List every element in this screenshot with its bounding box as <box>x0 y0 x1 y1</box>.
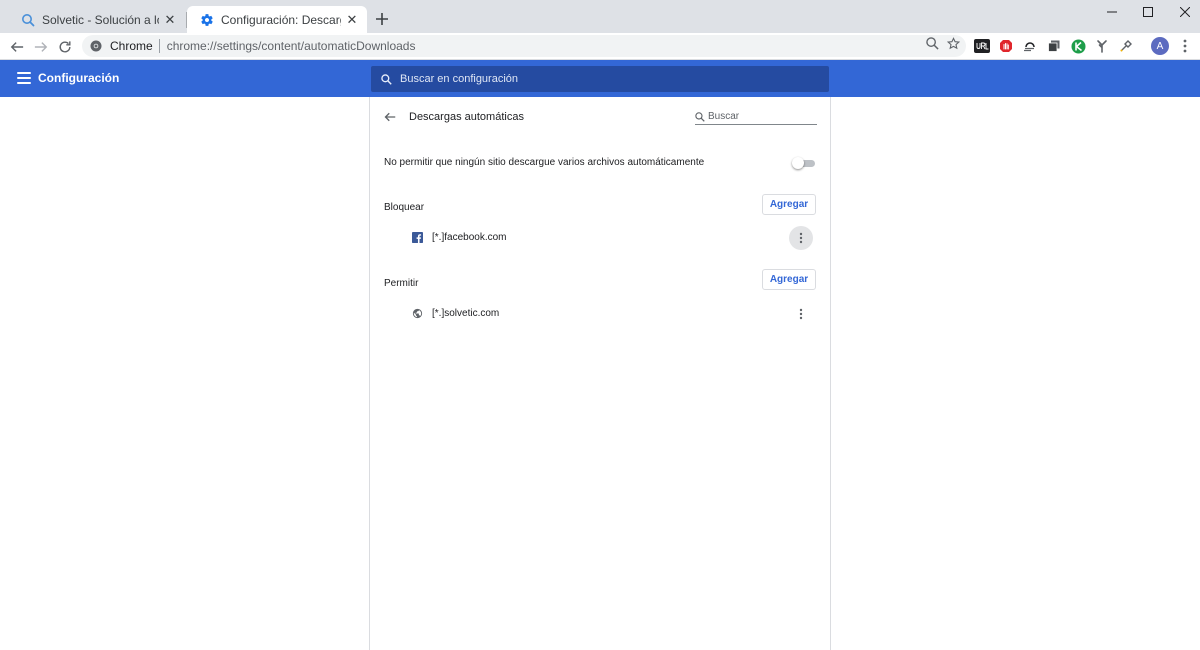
block-all-toggle[interactable] <box>792 157 816 169</box>
close-icon[interactable]: ✕ <box>345 12 359 27</box>
back-arrow-icon[interactable] <box>382 109 398 125</box>
plus-icon <box>376 13 388 25</box>
bookmark-star-icon[interactable] <box>947 37 960 50</box>
maximize-button[interactable] <box>1128 0 1168 24</box>
forward-button[interactable] <box>30 36 52 58</box>
profile-avatar[interactable]: A <box>1151 37 1169 55</box>
vertical-dots-icon <box>1183 39 1187 53</box>
new-tab-button[interactable] <box>372 9 392 29</box>
globe-icon <box>411 307 423 319</box>
url-extension-icon[interactable] <box>974 38 990 54</box>
allowed-site-more-button[interactable] <box>789 302 813 326</box>
subpage-title: Descargas automáticas <box>409 111 524 123</box>
solvetic-search-icon <box>20 12 36 28</box>
close-icon[interactable]: ✕ <box>163 12 177 27</box>
minimize-icon <box>1107 11 1117 13</box>
browser-toolbar: Chrome chrome://settings/content/automat… <box>0 33 1200 60</box>
tabs-extension-icon[interactable] <box>1046 38 1062 54</box>
search-icon <box>381 73 392 85</box>
weather-extension-icon[interactable] <box>1022 38 1038 54</box>
allowed-site-row: [*.]solvetic.com <box>370 302 830 326</box>
settings-gear-icon <box>199 12 215 28</box>
blocked-site-name: [*.]facebook.com <box>432 232 507 243</box>
tab-strip: Solvetic - Solución a los problemas ✕ Co… <box>0 0 1200 33</box>
allow-add-button[interactable]: Agregar <box>762 269 816 290</box>
subpage-header: Descargas automáticas Buscar <box>370 97 830 137</box>
chrome-menu-button[interactable] <box>1178 37 1192 55</box>
search-icon <box>695 111 705 122</box>
tab-title: Configuración: Descargas automáticas <box>221 12 341 27</box>
tab-solvetic[interactable]: Solvetic - Solución a los problemas ✕ <box>8 6 185 33</box>
block-all-label: No permitir que ningún sitio descargue v… <box>384 157 705 168</box>
omnibox-url[interactable]: chrome://settings/content/automaticDownl… <box>167 39 416 53</box>
arrow-left-icon <box>10 42 24 52</box>
address-bar[interactable]: Chrome chrome://settings/content/automat… <box>82 35 966 57</box>
maximize-icon <box>1143 7 1153 17</box>
omnibox-chip: Chrome <box>110 39 153 53</box>
search-placeholder: Buscar en configuración <box>400 73 519 85</box>
page-title: Configuración <box>38 71 120 85</box>
plant-extension-icon[interactable] <box>1094 38 1110 54</box>
vertical-dots-icon <box>799 232 803 244</box>
settings-header: Configuración Buscar en configuración <box>0 60 1200 97</box>
close-icon <box>1180 7 1190 17</box>
chrome-logo-icon <box>90 40 102 52</box>
vertical-dots-icon <box>799 308 803 320</box>
k-extension-icon[interactable] <box>1070 38 1086 54</box>
subpage-search-placeholder: Buscar <box>708 111 740 122</box>
zoom-icon[interactable] <box>926 37 939 50</box>
allow-section-label: Permitir <box>384 278 419 289</box>
toggle-knob <box>792 157 804 169</box>
hamburger-menu-icon[interactable] <box>17 72 31 84</box>
block-add-button[interactable]: Agregar <box>762 194 816 215</box>
window-close-button[interactable] <box>1165 0 1200 24</box>
tab-settings[interactable]: Configuración: Descargas automáticas ✕ <box>187 6 367 33</box>
facebook-icon <box>411 231 423 243</box>
subpage-search-input[interactable]: Buscar <box>695 109 817 125</box>
block-section-label: Bloquear <box>384 202 425 213</box>
blocked-site-more-button[interactable] <box>789 226 813 250</box>
reload-button[interactable] <box>54 36 76 58</box>
settings-search-input[interactable]: Buscar en configuración <box>371 66 829 92</box>
back-button[interactable] <box>6 36 28 58</box>
reload-icon <box>59 41 71 53</box>
arrow-right-icon <box>34 42 48 52</box>
minimize-button[interactable] <box>1092 0 1132 24</box>
omnibox-separator <box>158 39 160 53</box>
adblock-hand-icon[interactable] <box>998 38 1014 54</box>
blocked-site-row: [*.]facebook.com <box>370 226 830 250</box>
allowed-site-name: [*.]solvetic.com <box>432 308 500 319</box>
settings-content-card: Descargas automáticas Buscar No permitir… <box>369 97 831 650</box>
eyedropper-extension-icon[interactable] <box>1118 38 1134 54</box>
tab-title: Solvetic - Solución a los problemas <box>42 12 159 27</box>
